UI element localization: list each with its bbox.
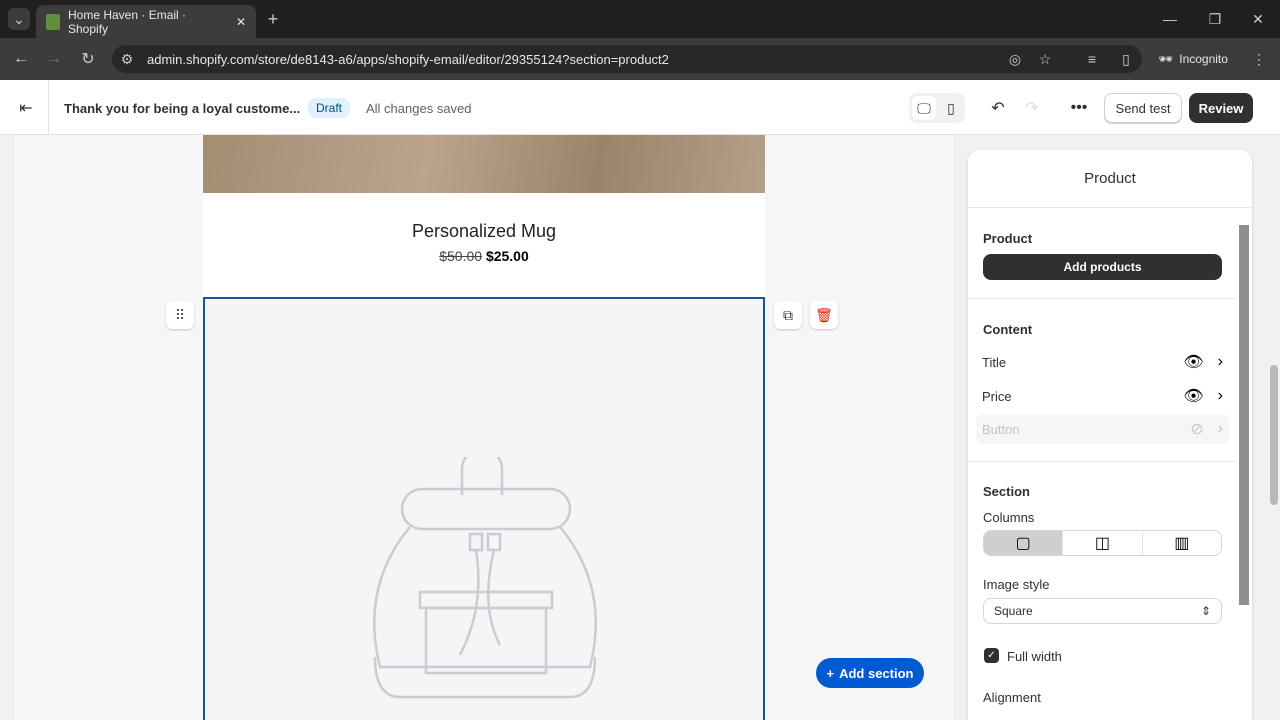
chevron-right-icon: › (1217, 353, 1223, 370)
product-heading: Product (983, 231, 1033, 246)
browser-tab[interactable]: Home Haven · Email · Shopify ✕ (36, 5, 256, 38)
url-text: admin.shopify.com/store/de8143-a6/apps/s… (147, 51, 669, 67)
bookmark-star-icon[interactable]: ☆ (1035, 48, 1055, 70)
item-label: Title (982, 354, 1007, 370)
new-tab-icon[interactable]: + (262, 8, 284, 30)
exit-icon[interactable]: ⇤ (14, 96, 38, 120)
eye-off-icon[interactable]: ◎ (1005, 48, 1025, 70)
panel-scrollbar[interactable] (1239, 225, 1249, 605)
select-chevron-icon: ⇕ (1200, 604, 1211, 618)
product-name: Personalized Mug (411, 221, 557, 241)
item-label: Price (982, 388, 1012, 404)
add-section-label: Add section (839, 665, 914, 681)
back-icon[interactable]: ← (10, 48, 32, 70)
delete-section-icon[interactable]: 🗑 (810, 301, 838, 329)
forward-icon[interactable]: → (43, 48, 65, 70)
content-item-price[interactable]: Price 👁 › (976, 382, 1229, 410)
incognito-indicator[interactable]: 🕶 Incognito (1150, 47, 1238, 71)
eye-icon[interactable]: 👁 (1183, 386, 1203, 406)
alignment-label: Alignment (983, 690, 1041, 705)
full-width-label: Full width (1007, 649, 1062, 664)
desktop-view-icon[interactable]: 🖵 (912, 96, 936, 120)
product-card[interactable]: Personalized Mug $50.00 $25.00 (203, 193, 765, 297)
save-status: All changes saved (366, 101, 472, 116)
image-style-label: Image style (983, 577, 1050, 592)
content-item-button[interactable]: Button ⊘ › (976, 414, 1229, 444)
product-image-wood (203, 135, 765, 193)
content-heading: Content (983, 322, 1033, 337)
plus-icon: + (826, 665, 835, 681)
image-style-select[interactable]: Square ⇕ (983, 598, 1222, 624)
page-scrollbar[interactable] (1270, 365, 1278, 505)
eye-icon[interactable]: 👁 (1183, 352, 1203, 372)
maximize-icon[interactable]: ❐ (1205, 8, 1225, 30)
old-price: $50.00 (439, 248, 483, 264)
review-button[interactable]: Review (1189, 93, 1253, 123)
panel-title: Product (968, 150, 1252, 208)
email-title[interactable]: Thank you for being a loyal custome... (64, 101, 300, 116)
tab-title: Home Haven · Email · Shopify (68, 7, 187, 36)
divider (968, 461, 1236, 462)
close-tab-icon[interactable]: ✕ (236, 15, 246, 29)
chevron-right-icon: › (1217, 420, 1223, 437)
settings-panel: Product Product Add products Content Tit… (968, 150, 1252, 720)
shopify-favicon-icon (46, 13, 60, 30)
undo-icon[interactable]: ↶ (986, 96, 1010, 120)
menu-icon[interactable]: ⋮ (1250, 48, 1268, 70)
select-value: Square (994, 604, 1033, 618)
side-panel-icon[interactable]: ▯ (1116, 48, 1136, 70)
divider (968, 298, 1236, 299)
three-column-option[interactable]: ▥ (1141, 531, 1221, 555)
url-input[interactable]: admin.shopify.com/store/de8143-a6/apps/s… (112, 45, 1142, 73)
one-column-option[interactable]: ▢ (984, 531, 1063, 555)
add-products-button[interactable]: Add products (983, 254, 1222, 280)
media-icon[interactable]: ≡ (1082, 48, 1102, 70)
drag-handle-icon[interactable]: ⠿ (166, 301, 194, 329)
send-test-button[interactable]: Send test (1104, 93, 1182, 123)
more-actions-icon[interactable]: ••• (1067, 96, 1091, 120)
content-item-title[interactable]: Title 👁 › (976, 348, 1229, 376)
minimize-icon[interactable]: — (1160, 8, 1180, 30)
mobile-view-icon[interactable]: ▯ (939, 96, 963, 120)
sale-price: $25.00 (485, 248, 529, 264)
columns-selector: ▢ ◫ ▥ (983, 530, 1222, 556)
site-info-icon[interactable]: ⚙ (118, 50, 136, 68)
reload-icon[interactable]: ↻ (77, 48, 99, 70)
eye-off-icon[interactable]: ⊘ (1190, 419, 1203, 439)
full-width-checkbox[interactable]: ✓ (984, 648, 999, 663)
redo-icon[interactable]: ↷ (1020, 96, 1044, 120)
section-heading: Section (983, 484, 1030, 499)
duplicate-section-icon[interactable]: ⧉ (774, 301, 802, 329)
item-label: Button (982, 421, 1020, 437)
two-column-option[interactable]: ◫ (1062, 531, 1141, 555)
selected-product-section[interactable] (203, 297, 765, 720)
status-badge: Draft (308, 98, 351, 118)
columns-label: Columns (983, 510, 1035, 525)
incognito-icon: 🕶 (1158, 52, 1174, 66)
divider (48, 80, 49, 135)
email-canvas: Personalized Mug $50.00 $25.00 ⠿ ⧉ 🗑 + Ad… (14, 135, 954, 720)
add-section-button[interactable]: + Add section (816, 658, 924, 688)
close-window-icon[interactable]: ✕ (1248, 8, 1268, 30)
chevron-right-icon: › (1217, 387, 1223, 404)
profile-label: Incognito (1179, 52, 1228, 66)
tab-search-button[interactable]: ⌄ (8, 8, 30, 30)
backpack-placeholder-icon (373, 457, 597, 699)
